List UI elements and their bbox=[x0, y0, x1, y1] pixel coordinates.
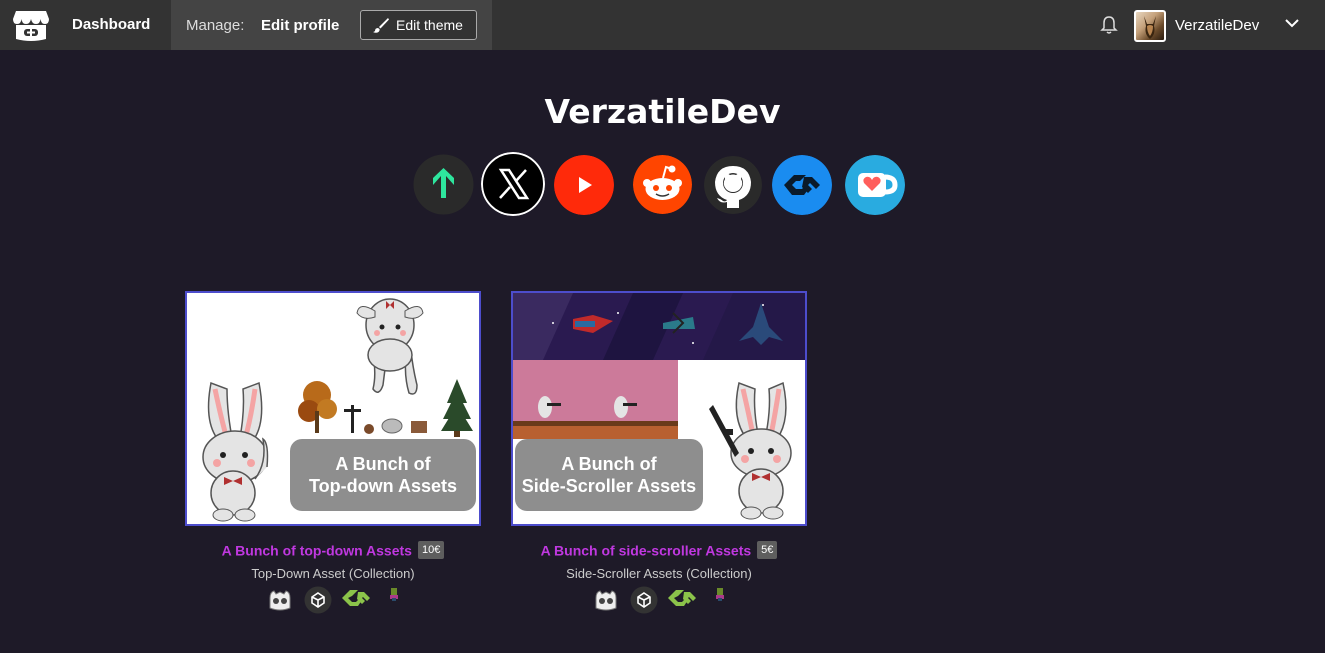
gamemaker-icon bbox=[668, 590, 696, 606]
thumbnail-caption-line2: Side-Scroller Assets bbox=[521, 476, 697, 496]
avatar-dog-image bbox=[1144, 16, 1156, 39]
nav-dashboard-link[interactable]: Dashboard bbox=[72, 16, 150, 33]
manage-label: Manage: bbox=[186, 17, 245, 34]
price-badge: 10€ bbox=[417, 541, 445, 560]
game-title[interactable]: A Bunch of top-down Assets 10€ bbox=[185, 541, 481, 560]
kofi-icon[interactable] bbox=[845, 155, 905, 215]
bell-icon[interactable] bbox=[1100, 15, 1118, 35]
top-nav: Dashboard Manage: Edit profile Edit them… bbox=[0, 0, 1325, 50]
thumbnail-caption-line2: Top-down Assets bbox=[309, 476, 457, 496]
unity-icon bbox=[304, 586, 332, 614]
gamemaker-icon bbox=[342, 590, 370, 606]
price-badge: 5€ bbox=[757, 541, 778, 560]
game-title[interactable]: A Bunch of side-scroller Assets 5€ bbox=[511, 541, 807, 560]
godot-icon bbox=[269, 590, 291, 611]
avatar[interactable] bbox=[1134, 10, 1166, 42]
edit-theme-button[interactable]: Edit theme bbox=[360, 10, 477, 40]
brush-icon bbox=[373, 18, 389, 33]
x-twitter-icon[interactable] bbox=[481, 152, 545, 216]
gamemaker-icon[interactable] bbox=[772, 155, 832, 215]
game-subtitle: Side-Scroller Assets (Collection) bbox=[566, 566, 752, 581]
game-thumbnail[interactable]: A Bunch of Side-Scroller Assets bbox=[511, 291, 807, 526]
pico-icon bbox=[390, 588, 398, 601]
game-title-text[interactable]: A Bunch of top-down Assets bbox=[222, 542, 412, 558]
game-title-text[interactable]: A Bunch of side-scroller Assets bbox=[541, 542, 752, 558]
social-links bbox=[413, 152, 913, 216]
page-title: VerzatileDev bbox=[544, 92, 781, 131]
engine-icons bbox=[185, 586, 481, 614]
linktree-icon[interactable] bbox=[413, 154, 474, 215]
youtube-icon[interactable] bbox=[554, 155, 614, 215]
itchio-logo-icon[interactable] bbox=[12, 7, 50, 43]
github-icon[interactable] bbox=[704, 156, 762, 214]
thumbnail-caption: A Bunch of Side-Scroller Assets bbox=[515, 439, 703, 511]
manage-section: Manage: Edit profile Edit theme bbox=[171, 0, 492, 50]
thumbnail-caption-line1: A Bunch of bbox=[561, 454, 657, 474]
godot-icon bbox=[595, 590, 617, 611]
thumbnail-caption-line1: A Bunch of bbox=[335, 454, 431, 474]
edit-profile-link[interactable]: Edit profile bbox=[261, 17, 339, 34]
game-thumbnail[interactable]: A Bunch of Top-down Assets bbox=[185, 291, 481, 526]
username-label[interactable]: VerzatileDev bbox=[1175, 17, 1259, 34]
game-subtitle: Top-Down Asset (Collection) bbox=[251, 566, 415, 581]
edit-theme-label: Edit theme bbox=[396, 17, 463, 33]
engine-icons bbox=[511, 586, 807, 614]
pico-icon bbox=[716, 588, 724, 601]
unity-icon bbox=[630, 586, 658, 614]
thumbnail-caption: A Bunch of Top-down Assets bbox=[290, 439, 476, 511]
reddit-icon[interactable] bbox=[633, 155, 692, 214]
chevron-down-icon[interactable] bbox=[1284, 17, 1300, 29]
